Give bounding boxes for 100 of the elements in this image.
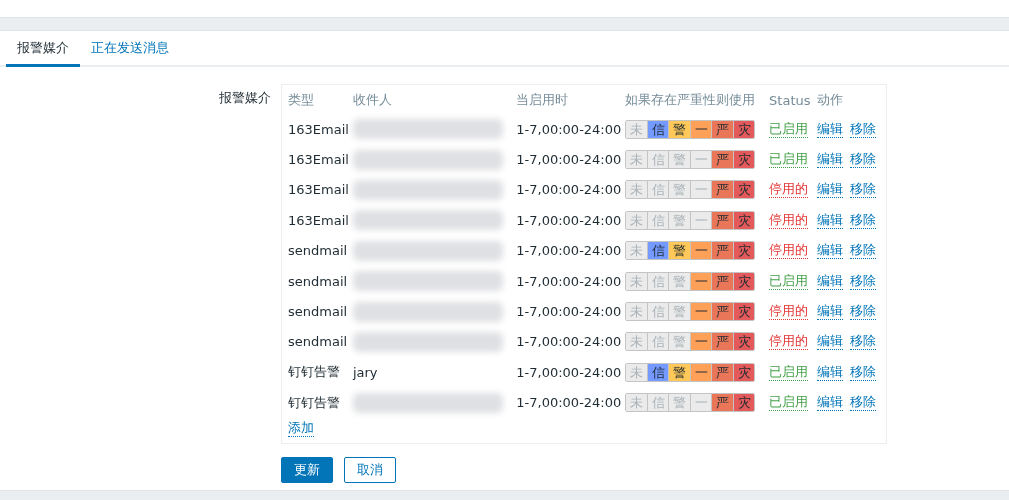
severity-tag: 严	[712, 303, 734, 321]
table-cell: 1-7,00:00-24:00	[516, 273, 622, 289]
severity-tag: 信	[647, 303, 670, 321]
action-link[interactable]: 移除	[850, 303, 876, 321]
action-link[interactable]: 编辑	[817, 303, 843, 321]
action-link[interactable]: 移除	[850, 242, 876, 260]
tab[interactable]: 正在发送消息	[80, 31, 180, 67]
severity-tag: 警	[669, 211, 691, 229]
severity-tag: 警	[669, 333, 691, 351]
table-cell: 1-7,00:00-24:00	[516, 243, 622, 259]
action-link[interactable]: 编辑	[817, 394, 843, 412]
severity-tag: 警	[669, 303, 691, 321]
severity-tag: 警	[669, 363, 691, 381]
severity-tag: 未	[626, 151, 648, 169]
action-link[interactable]: 编辑	[817, 211, 843, 229]
action-link[interactable]: 编辑	[817, 242, 843, 260]
status-link[interactable]: 停用的	[769, 242, 809, 260]
severity-tag: 灾	[733, 394, 755, 412]
table-cell: 163Email	[288, 212, 349, 228]
update-button[interactable]: 更新	[281, 456, 333, 483]
severity-tag: 灾	[733, 363, 755, 381]
status-link[interactable]: 停用的	[769, 181, 809, 199]
action-link[interactable]: 编辑	[817, 120, 843, 138]
severity-tag: 警	[669, 272, 691, 290]
table-cell: sendmail	[288, 304, 348, 320]
action-link[interactable]: 编辑	[817, 151, 843, 169]
tab[interactable]: 报警媒介	[6, 31, 80, 67]
severity-tag: 灾	[733, 151, 755, 169]
table-cell: 1-7,00:00-24:00	[516, 334, 622, 350]
severity-tag: 信	[647, 363, 670, 381]
severity-tag: 严	[712, 151, 734, 169]
table-cell: sendmail	[288, 273, 348, 289]
severity-tag: 信	[647, 151, 670, 169]
action-link[interactable]: 编辑	[817, 272, 843, 290]
table-cell: jary	[352, 364, 378, 380]
severity-tag: 未	[626, 394, 648, 412]
table-cell: 1-7,00:00-24:00	[516, 212, 622, 228]
severity-tag: 未	[626, 363, 648, 381]
cancel-button[interactable]: 取消	[344, 456, 396, 483]
action-link[interactable]: 移除	[850, 181, 876, 199]
status-link[interactable]: 已启用	[769, 120, 809, 138]
add-link[interactable]: 添加	[288, 419, 314, 437]
severity-tag: 信	[647, 120, 670, 138]
severity-tag: 未	[626, 333, 648, 351]
severity-tag: 一	[690, 333, 713, 351]
action-link[interactable]: 移除	[850, 151, 876, 169]
column-header: Status	[769, 92, 811, 108]
severity-tag: 灾	[733, 181, 755, 199]
status-link[interactable]: 停用的	[769, 333, 809, 351]
severity-tag: 警	[669, 120, 691, 138]
severity-tag: 灾	[733, 242, 755, 260]
severity-tag: 信	[647, 242, 670, 260]
severity-tag: 灾	[733, 211, 755, 229]
table-cell: 163Email	[288, 182, 349, 198]
table-cell: 1-7,00:00-24:00	[516, 364, 622, 380]
severity-tag: 信	[647, 211, 670, 229]
severity-tag: 严	[712, 394, 734, 412]
table-cell: 1-7,00:00-24:00	[516, 395, 622, 411]
action-link[interactable]: 移除	[850, 272, 876, 290]
status-link[interactable]: 停用的	[769, 211, 809, 229]
severity-tag: 灾	[733, 120, 755, 138]
action-link[interactable]: 编辑	[817, 363, 843, 381]
table-cell: 163Email	[288, 152, 349, 168]
column-header: 类型	[288, 92, 314, 107]
severity-tag: 警	[669, 181, 691, 199]
severity-tag: 严	[712, 211, 734, 229]
status-link[interactable]: 已启用	[769, 363, 809, 381]
severity-tag: 严	[712, 181, 734, 199]
severity-tag: 灾	[733, 333, 755, 351]
severity-tag: 严	[712, 333, 734, 351]
action-link[interactable]: 移除	[850, 394, 876, 412]
action-link[interactable]: 移除	[850, 120, 876, 138]
severity-tag: 严	[712, 120, 734, 138]
status-link[interactable]: 已启用	[769, 151, 809, 169]
action-link[interactable]: 移除	[850, 363, 876, 381]
table-cell: 1-7,00:00-24:00	[516, 182, 622, 198]
column-header: 动作	[817, 92, 843, 107]
status-link[interactable]: 已启用	[769, 394, 809, 412]
severity-tag: 灾	[733, 272, 755, 290]
severity-tag: 一	[690, 272, 713, 290]
severity-tag: 信	[647, 181, 670, 199]
severity-tag: 未	[626, 272, 648, 290]
action-link[interactable]: 移除	[850, 211, 876, 229]
column-header: 如果存在严重性则使用	[625, 92, 756, 107]
action-link[interactable]: 移除	[850, 333, 876, 351]
table-cell: 钉钉告警	[288, 394, 340, 410]
severity-tag: 灾	[733, 303, 755, 321]
status-link[interactable]: 已启用	[769, 272, 809, 290]
column-header: 当启用时	[516, 92, 569, 107]
table-cell: 1-7,00:00-24:00	[516, 121, 622, 137]
severity-tag: 一	[690, 242, 713, 260]
severity-tag: 严	[712, 272, 734, 290]
severity-tag: 未	[626, 211, 648, 229]
action-link[interactable]: 编辑	[817, 181, 843, 199]
field-label: 报警媒介	[219, 90, 271, 105]
severity-tag: 信	[647, 272, 670, 290]
table-cell: 钉钉告警	[288, 364, 340, 380]
status-link[interactable]: 停用的	[769, 303, 809, 321]
action-link[interactable]: 编辑	[817, 333, 843, 351]
severity-tag: 一	[690, 363, 713, 381]
